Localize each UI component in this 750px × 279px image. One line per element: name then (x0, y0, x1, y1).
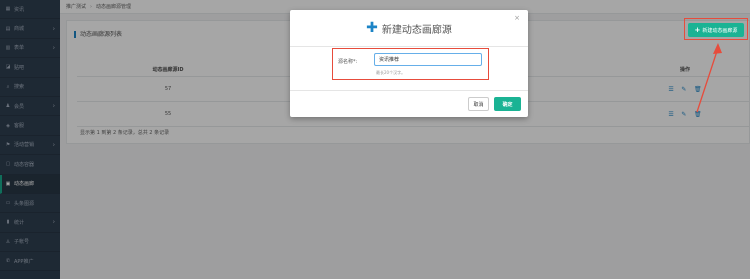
dialog-title-text: 新建动态画廊源 (381, 24, 452, 36)
dialog-footer-divider (290, 90, 528, 91)
highlight-box-add-button (684, 18, 748, 40)
new-gallery-source-dialog: × ✚ 新建动态画廊源 源名称*: 资讯推荐 最长20个汉字。 取消 确定 (290, 10, 528, 117)
highlight-box-field (332, 48, 489, 80)
dialog-title: ✚ 新建动态画廊源 (290, 10, 528, 47)
plus-icon: ✚ (366, 20, 378, 36)
confirm-button[interactable]: 确定 (494, 97, 521, 111)
cancel-button[interactable]: 取消 (468, 97, 489, 111)
